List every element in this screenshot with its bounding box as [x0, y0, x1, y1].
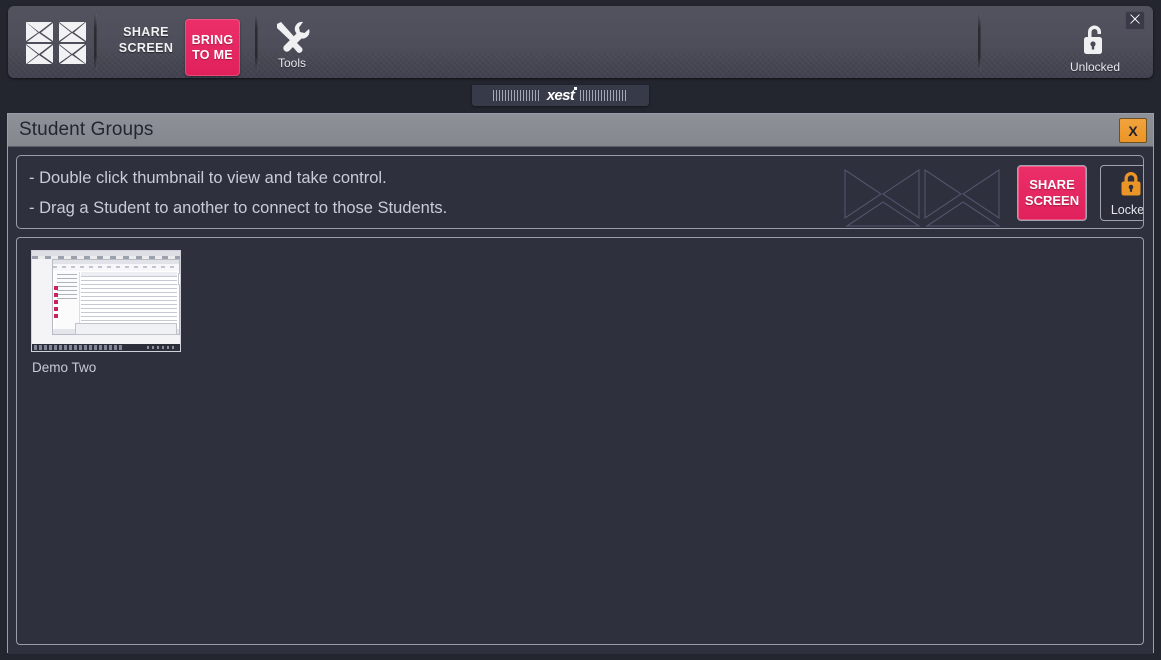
- tools-wrench-screwdriver-icon: [266, 20, 318, 54]
- x-chevron-watermark-icon: [823, 156, 1023, 228]
- thumbnail-taskbar: [32, 344, 180, 351]
- toolbar-separator: [94, 14, 97, 70]
- students-area[interactable]: Demo Two: [16, 237, 1144, 645]
- grip-lines-icon: [492, 90, 541, 101]
- thumbnail-tree: [57, 274, 77, 300]
- page-title: Student Groups: [19, 119, 154, 140]
- student-name-label: Demo Two: [32, 360, 97, 375]
- instruction-line: - Double click thumbnail to view and tak…: [29, 169, 387, 187]
- student-groups-titlebar: Student Groups X: [8, 114, 1153, 147]
- tools-button[interactable]: Tools: [266, 20, 318, 70]
- top-toolbar: SHARE SCREEN BRING TO ME Tools Unlocked: [8, 6, 1153, 78]
- window-close-button[interactable]: [1125, 11, 1145, 30]
- thumbnail-app-window: [53, 260, 180, 334]
- lock-status-label: Unlocked: [1069, 60, 1121, 74]
- toolbar-separator: [978, 14, 981, 70]
- xest-x-logo-icon: [25, 20, 87, 66]
- thumbnail-menubar: [32, 256, 180, 259]
- grip-lines-icon: [580, 90, 629, 101]
- thumbnail-taskbar-icons: [34, 345, 122, 350]
- tools-label: Tools: [277, 56, 306, 70]
- thumbnail-ribbon: [53, 264, 179, 271]
- student-desktop-thumbnail-icon[interactable]: [31, 250, 181, 352]
- xest-brand-label: xest: [546, 87, 577, 104]
- student-groups-close-button[interactable]: X: [1119, 118, 1147, 143]
- instructions-panel: - Double click thumbnail to view and tak…: [16, 155, 1144, 229]
- thumbnail-grid-header: [81, 272, 177, 276]
- padlock-open-icon: [1058, 22, 1132, 58]
- instruction-line: - Drag a Student to another to connect t…: [29, 199, 448, 217]
- thumbnail-side-panel: [179, 274, 180, 284]
- toolbar-separator: [255, 14, 258, 70]
- bring-to-me-button[interactable]: BRING TO ME: [185, 19, 240, 76]
- lock-toggle-button[interactable]: Unlocked: [1058, 22, 1132, 74]
- student-groups-body: - Double click thumbnail to view and tak…: [8, 147, 1153, 654]
- thumbnail-grid: [81, 272, 177, 330]
- student-groups-window: Student Groups X - Double click thumbnai…: [7, 113, 1154, 654]
- padlock-closed-icon: [1117, 169, 1143, 202]
- panel-lock-button[interactable]: Locked: [1100, 165, 1144, 221]
- share-screen-button[interactable]: SHARE SCREEN: [112, 24, 180, 56]
- close-x-icon: [1129, 12, 1141, 30]
- thumbnail-row-markers: [54, 286, 59, 320]
- toolbar-texture: [8, 54, 1153, 78]
- panel-share-screen-button[interactable]: SHARE SCREEN: [1017, 165, 1087, 221]
- xest-brand-tab[interactable]: xest: [472, 85, 649, 106]
- thumbnail-secondary-window: [76, 324, 176, 334]
- student-card[interactable]: Demo Two: [31, 250, 183, 375]
- thumbnail-system-tray: [147, 346, 177, 349]
- panel-lock-label: Locked: [1110, 203, 1144, 217]
